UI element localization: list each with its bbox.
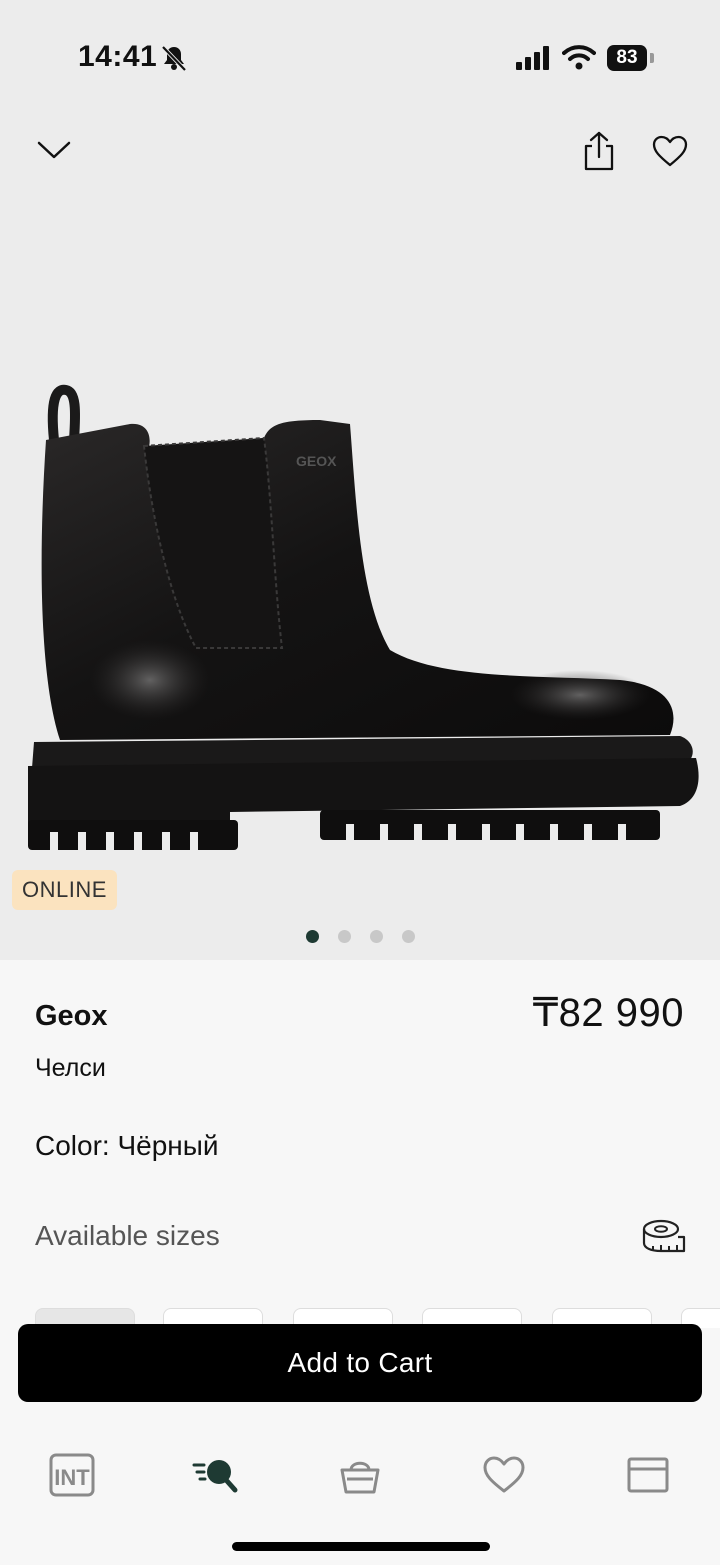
chevron-down-icon xyxy=(37,141,71,159)
silent-bell-icon xyxy=(161,45,187,72)
tab-favorites[interactable] xyxy=(474,1450,534,1500)
wifi-icon xyxy=(562,45,596,70)
svg-text:INT: INT xyxy=(54,1465,90,1490)
battery-indicator: 83 xyxy=(607,45,647,71)
product-image: GEOX xyxy=(28,384,699,852)
product-price: ₸82 990 xyxy=(532,991,684,1035)
collapse-button[interactable] xyxy=(32,130,76,170)
product-gallery[interactable]: 14:41 83 GEOX ONLINE xyxy=(0,0,720,960)
cellular-signal-icon xyxy=(516,46,549,70)
pagination-dot[interactable] xyxy=(338,930,351,943)
pagination-dot[interactable] xyxy=(402,930,415,943)
battery-tip xyxy=(650,53,654,63)
tab-home[interactable]: INT xyxy=(42,1450,102,1500)
share-button[interactable] xyxy=(578,128,620,174)
available-sizes-label: Available sizes xyxy=(35,1220,220,1251)
tab-catalog[interactable] xyxy=(618,1450,678,1500)
product-color: Color: Чёрный xyxy=(35,1130,219,1161)
add-to-cart-button[interactable]: Add to Cart xyxy=(18,1324,702,1402)
favorites-icon xyxy=(483,1456,525,1493)
online-badge: ONLINE xyxy=(12,870,117,910)
tab-basket[interactable] xyxy=(330,1450,390,1500)
pagination-dot[interactable] xyxy=(370,930,383,943)
size-guide-button[interactable] xyxy=(640,1215,688,1259)
product-model: Челси xyxy=(35,1054,106,1082)
measuring-tape-icon xyxy=(642,1219,686,1253)
status-time: 14:41 xyxy=(78,40,158,73)
product-brand[interactable]: Geox xyxy=(35,1000,108,1033)
search-icon xyxy=(192,1460,238,1493)
gallery-pagination[interactable] xyxy=(306,930,415,943)
basket-icon xyxy=(340,1461,380,1494)
share-icon xyxy=(584,131,614,171)
brand-logo-on-boot: GEOX xyxy=(296,453,337,469)
home-logo-icon: INT xyxy=(49,1453,95,1497)
status-bar: 14:41 83 xyxy=(0,0,720,110)
catalog-icon xyxy=(627,1457,669,1493)
tab-search[interactable] xyxy=(186,1450,246,1500)
heart-icon xyxy=(652,135,688,167)
favorite-button[interactable] xyxy=(648,130,692,172)
pagination-dot-active[interactable] xyxy=(306,930,319,943)
home-indicator xyxy=(232,1542,490,1551)
